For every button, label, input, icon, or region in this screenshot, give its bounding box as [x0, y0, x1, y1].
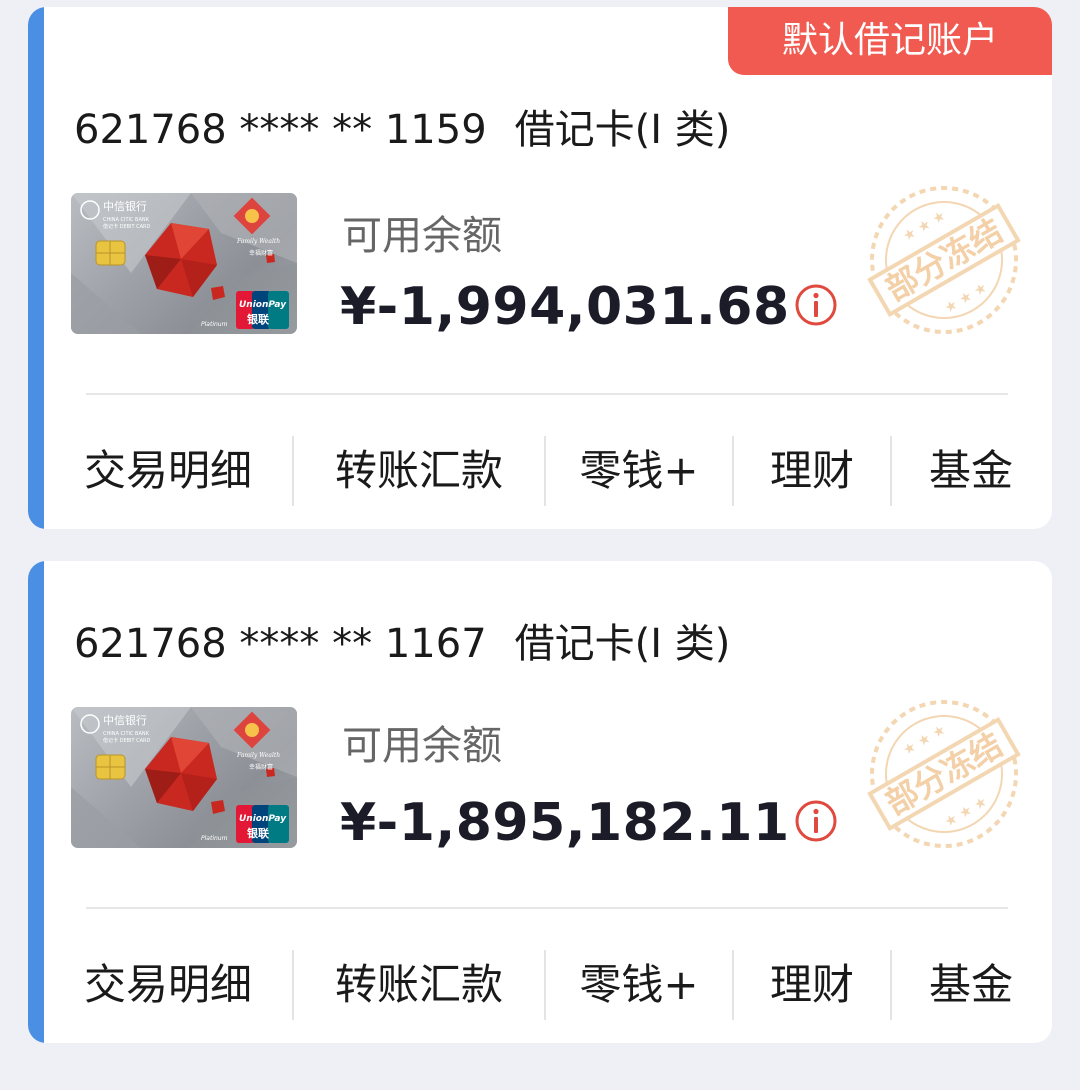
card-series: 幸福财富: [249, 249, 273, 257]
masked-card-number: 621768 **** ** 1159: [74, 107, 487, 153]
accent-bar: [28, 561, 44, 1043]
card-bank-name-cn: 中信银行: [103, 713, 147, 727]
card-network-cn: 银联: [247, 826, 269, 840]
account-number-line: 621768 **** ** 1159 借记卡(I 类): [74, 97, 730, 155]
quick-actions: 交易明细 转账汇款 零钱+ 理财 基金: [44, 949, 1052, 1021]
card-bank-name-en: CHINA CITIC BANK: [103, 731, 150, 737]
transfer-button[interactable]: 转账汇款: [294, 435, 544, 507]
change-plus-button[interactable]: 零钱+: [546, 435, 732, 507]
card-network: UnionPay: [239, 300, 287, 310]
fund-button[interactable]: 基金: [892, 435, 1050, 507]
default-account-badge: 默认借记账户: [728, 7, 1052, 75]
partially-frozen-stamp: 部分冻结 ★ ★ ★ ★ ★ ★: [864, 180, 1024, 340]
svg-text:Family Wealth: Family Wealth: [236, 238, 280, 245]
available-balance-label: 可用余额: [342, 213, 502, 259]
svg-text:Family Wealth: Family Wealth: [236, 752, 280, 759]
fund-button[interactable]: 基金: [892, 949, 1050, 1021]
bank-card-image: 中信银行 CHINA CITIC BANK 借记卡 DEBIT CARD Fam…: [71, 707, 297, 848]
wealth-management-button[interactable]: 理财: [734, 949, 890, 1021]
balance-amount: ¥-1,994,031.68: [340, 277, 790, 337]
divider: [86, 393, 1008, 395]
balance-amount: ¥-1,895,182.11: [340, 793, 790, 853]
card-series: 幸福财富: [249, 763, 273, 771]
card-kind: 借记卡 DEBIT CARD: [103, 737, 151, 744]
card-bank-name-cn: 中信银行: [103, 199, 147, 213]
svg-text:★ ★ ★: ★ ★ ★: [942, 794, 990, 831]
quick-actions: 交易明细 转账汇款 零钱+ 理财 基金: [44, 435, 1052, 507]
unionpay-logo: UnionPay 银联: [236, 805, 289, 843]
divider: [86, 907, 1008, 909]
bank-card-image: 中信银行 CHINA CITIC BANK 借记卡 DEBIT CARD Fam…: [71, 193, 297, 334]
account-card[interactable]: 默认借记账户 621768 **** ** 1159 借记卡(I 类) 中信银行 …: [28, 7, 1052, 529]
card-network-cn: 银联: [247, 312, 269, 326]
transaction-details-button[interactable]: 交易明细: [44, 949, 292, 1021]
stamp-text: 部分冻结: [879, 212, 1009, 309]
card-tier: Platinum: [201, 321, 228, 328]
card-network: UnionPay: [239, 814, 287, 824]
stamp-text: 部分冻结: [879, 726, 1009, 823]
masked-card-number: 621768 **** ** 1167: [74, 621, 487, 667]
account-number-line: 621768 **** ** 1167 借记卡(I 类): [74, 611, 730, 669]
info-icon[interactable]: [794, 283, 838, 331]
info-icon[interactable]: [794, 799, 838, 847]
card-tier: Platinum: [201, 835, 228, 842]
partially-frozen-stamp: 部分冻结 ★ ★ ★ ★ ★ ★: [864, 694, 1024, 854]
wealth-management-button[interactable]: 理财: [734, 435, 890, 507]
account-type: 借记卡(I 类): [514, 621, 731, 667]
svg-text:★ ★ ★: ★ ★ ★: [942, 280, 990, 317]
card-bank-name-en: CHINA CITIC BANK: [103, 217, 150, 223]
account-card[interactable]: 621768 **** ** 1167 借记卡(I 类) 中信银行 CHINA C…: [28, 561, 1052, 1043]
card-kind: 借记卡 DEBIT CARD: [103, 223, 151, 230]
transaction-details-button[interactable]: 交易明细: [44, 435, 292, 507]
change-plus-button[interactable]: 零钱+: [546, 949, 732, 1021]
transfer-button[interactable]: 转账汇款: [294, 949, 544, 1021]
accent-bar: [28, 7, 44, 529]
available-balance-label: 可用余额: [342, 723, 502, 769]
unionpay-logo: UnionPay 银联: [236, 291, 289, 329]
account-type: 借记卡(I 类): [514, 107, 731, 153]
